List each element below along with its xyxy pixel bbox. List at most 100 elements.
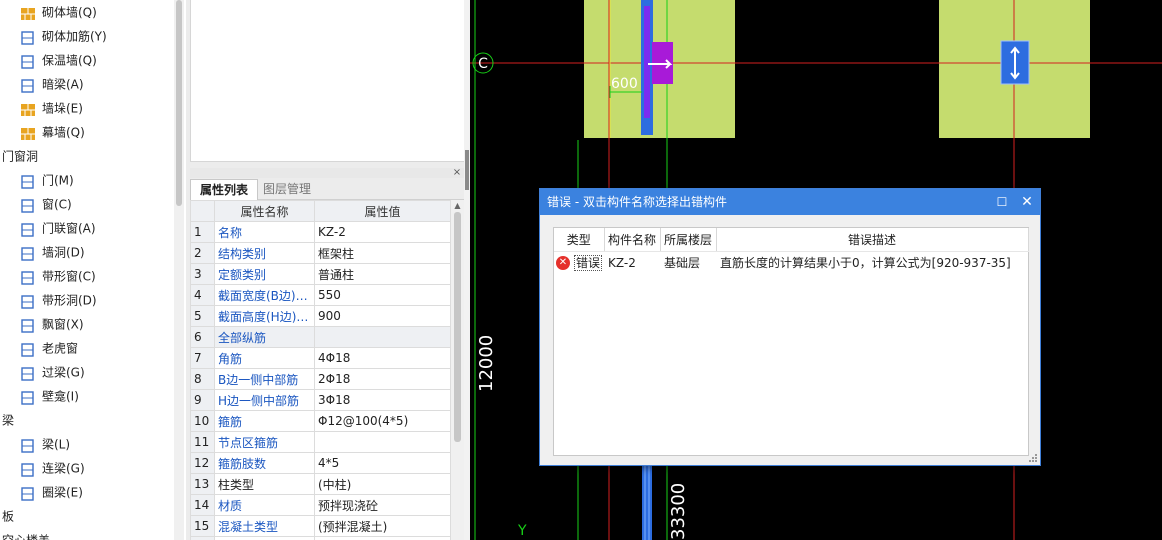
property-row[interactable]: 4 截面宽度(B边)(... 550 [190, 284, 451, 306]
property-row[interactable]: 14 材质 预拌现浇砼 [190, 494, 451, 516]
properties-scrollbar[interactable]: ▲ [451, 200, 464, 540]
error-component-name[interactable]: KZ-2 [604, 251, 660, 274]
property-row[interactable]: 2 结构类别 框架柱 [190, 242, 451, 264]
tree-item[interactable]: 带形窗(C) [20, 264, 96, 288]
dialog-title[interactable]: 错误 - 双击构件名称选择出错构件 [540, 189, 1040, 215]
component-tree: 砌体墙(Q) 砌体加筋(Y) 保温墙(Q) 暗梁(A) 墙垛(E) 幕墙(Q) 门窗洞门(M… [0, 0, 186, 540]
property-row[interactable]: 3 定额类别 普通柱 [190, 263, 451, 285]
wall-pier-icon [20, 101, 36, 116]
tree-item-label: 壁龛(I) [42, 389, 79, 404]
window-icon [20, 197, 36, 213]
property-name: 箍筋肢数 [214, 452, 315, 474]
property-value[interactable]: 预拌现浇砼 [314, 494, 451, 516]
property-row[interactable]: 5 截面高度(H边)(... 900 [190, 305, 451, 327]
tree-item[interactable]: 连梁(G) [20, 456, 85, 480]
ring-beam-icon [20, 485, 36, 501]
error-type-cell[interactable]: ✕ 错误 [554, 251, 604, 274]
property-value[interactable]: (中柱) [314, 473, 451, 495]
property-value[interactable]: 普通柱 [314, 263, 451, 285]
dimension-600: 600 [611, 76, 638, 92]
dialog-close-icon[interactable]: ✕ [1016, 189, 1038, 215]
property-value[interactable]: (预拌混凝土) [314, 515, 451, 537]
beam-strip-lower [642, 466, 652, 540]
tree-item[interactable]: 过梁(G) [20, 360, 85, 384]
tree-item[interactable]: 暗梁(A) [20, 72, 84, 96]
error-row[interactable]: ✕ 错误 KZ-2 基础层 直筋长度的计算结果小于0，计算公式为[920-937-35] [554, 251, 1028, 274]
property-row[interactable]: 11 节点区箍筋 [190, 431, 451, 453]
dialog-maximize-icon[interactable]: ☐ [992, 189, 1012, 215]
property-row[interactable]: 7 角筋 4Φ18 [190, 347, 451, 369]
tree-category[interactable]: 梁 [2, 408, 14, 432]
tree-scrollbar[interactable] [174, 0, 184, 540]
scroll-up-icon[interactable]: ▲ [451, 200, 464, 212]
property-value[interactable]: KZ-2 [314, 221, 451, 243]
property-value[interactable] [314, 431, 451, 453]
tree-item[interactable]: 门(M) [20, 168, 74, 192]
property-row[interactable]: 8 B边一侧中部筋 2Φ18 [190, 368, 451, 390]
tree-item[interactable]: 门联窗(A) [20, 216, 96, 240]
tree-item-label: 门窗洞 [2, 149, 39, 164]
tree-item[interactable]: 圈梁(E) [20, 480, 83, 504]
property-name: 全部纵筋 [214, 326, 315, 348]
property-value[interactable] [314, 536, 451, 540]
property-row[interactable]: 13 柱类型 (中柱) [190, 473, 451, 495]
error-dialog[interactable]: 错误 - 双击构件名称选择出错构件 ☐ ✕ 类型 构件名称 所属楼层 错误描述 … [539, 188, 1041, 466]
tree-item[interactable]: 墙垛(E) [20, 96, 83, 120]
property-row[interactable]: 12 箍筋肢数 4*5 [190, 452, 451, 474]
property-value[interactable]: 框架柱 [314, 242, 451, 264]
tree-item[interactable]: 老虎窗 [20, 336, 78, 360]
door-window-icon [20, 221, 36, 237]
property-value[interactable]: 4Φ18 [314, 347, 451, 369]
tree-item-label: 飘窗(X) [42, 317, 84, 332]
property-value[interactable] [314, 326, 451, 348]
tree-category[interactable]: 空心楼盖 [2, 528, 50, 540]
dormer-window-icon [20, 341, 36, 357]
tree-item[interactable]: 砌体加筋(Y) [20, 24, 107, 48]
property-row[interactable]: 10 箍筋 Φ12@100(4*5) [190, 410, 451, 432]
tree-category[interactable]: 板 [2, 504, 14, 528]
property-row[interactable]: 15 混凝土类型 (预拌混凝土) [190, 515, 451, 537]
tree-item-label: 老虎窗 [42, 341, 79, 356]
property-value[interactable]: Φ12@100(4*5) [314, 410, 451, 432]
property-name: 混凝土类型 [214, 515, 315, 537]
column-header-component-name[interactable]: 构件名称 [604, 228, 661, 252]
property-table-header: 属性名称 属性值 [190, 200, 451, 222]
property-row[interactable]: 16 [190, 536, 451, 540]
curtain-wall-icon [20, 125, 36, 140]
tree-item[interactable]: 带形洞(D) [20, 288, 97, 312]
property-value[interactable]: 4*5 [314, 452, 451, 474]
column-header-floor[interactable]: 所属楼层 [660, 228, 717, 252]
property-name: 截面宽度(B边)(... [214, 284, 315, 306]
property-name: H边一侧中部筋 [214, 389, 315, 411]
column-header-description[interactable]: 错误描述 [716, 228, 1029, 252]
property-row[interactable]: 6 全部纵筋 [190, 326, 451, 348]
resize-grip-icon[interactable] [1028, 453, 1038, 463]
property-value[interactable]: 3Φ18 [314, 389, 451, 411]
property-value[interactable]: 2Φ18 [314, 368, 451, 390]
property-value[interactable]: 900 [314, 305, 451, 327]
tree-category[interactable]: 门窗洞 [2, 144, 38, 168]
tab-property-list[interactable]: 属性列表 [190, 179, 259, 200]
tree-item[interactable]: 壁龛(I) [20, 384, 79, 408]
tree-item[interactable]: 飘窗(X) [20, 312, 84, 336]
property-name [214, 536, 315, 540]
splitter-grip[interactable] [465, 150, 469, 190]
property-row[interactable]: 9 H边一侧中部筋 3Φ18 [190, 389, 451, 411]
lintel-icon [20, 365, 36, 381]
tree-scrollbar-thumb[interactable] [176, 0, 182, 206]
tree-item-label: 带形洞(D) [42, 293, 97, 308]
tree-item[interactable]: 墙洞(D) [20, 240, 85, 264]
tab-layer-management[interactable]: 图层管理 [254, 179, 320, 200]
property-row-number: 8 [190, 368, 215, 390]
tree-item[interactable]: 幕墙(Q) [20, 120, 85, 144]
error-type-label: 错误 [574, 255, 603, 272]
property-row[interactable]: 1 名称 KZ-2 [190, 221, 451, 243]
tree-item[interactable]: 砌体墙(Q) [20, 0, 97, 24]
tree-item[interactable]: 保温墙(Q) [20, 48, 97, 72]
property-value[interactable]: 550 [314, 284, 451, 306]
tree-item[interactable]: 窗(C) [20, 192, 72, 216]
tree-item-label: 梁(L) [42, 437, 71, 452]
tree-item[interactable]: 梁(L) [20, 432, 70, 456]
properties-scrollbar-thumb[interactable] [454, 212, 461, 442]
column-header-type[interactable]: 类型 [554, 228, 605, 252]
